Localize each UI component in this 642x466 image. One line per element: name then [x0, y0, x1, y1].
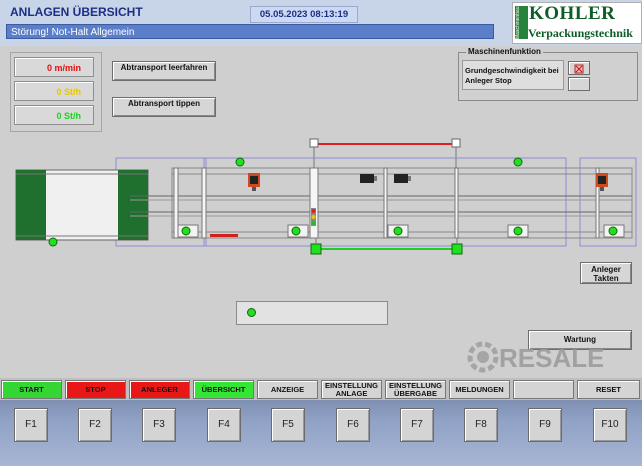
- start-button[interactable]: START: [1, 380, 62, 399]
- empty-function-button[interactable]: [513, 380, 574, 399]
- f4-key[interactable]: F4: [207, 408, 241, 442]
- speed-display: 0 m/min: [14, 57, 94, 77]
- speed-value: 0 m/min: [46, 63, 81, 73]
- datetime-display: 05.05.2023 08:13:19: [250, 6, 358, 23]
- stop-button[interactable]: STOP: [65, 380, 126, 399]
- einstellung-anlage-button[interactable]: EINSTELLUNG ANLAGE: [321, 380, 382, 399]
- abtransport-leerfahren-button[interactable]: Abtransport leerfahren: [112, 61, 216, 81]
- uebersicht-button[interactable]: ÜBERSICHT: [193, 380, 254, 399]
- anleger-button[interactable]: ANLEGER: [129, 380, 190, 399]
- signal-light-icon: [311, 208, 316, 226]
- status-dot-2: [513, 157, 523, 167]
- status-field: [236, 301, 388, 325]
- bottom-left-node: [310, 243, 322, 255]
- f6-key[interactable]: F6: [336, 408, 370, 442]
- alarm-message-bar[interactable]: Störung! Not-Halt Allgemein: [6, 24, 494, 39]
- top-left-node: [309, 138, 319, 148]
- company-logo: Maschinenbau KOHLER Verpackungstechnik: [512, 2, 642, 44]
- f8-key[interactable]: F8: [464, 408, 498, 442]
- top-right-node: [451, 138, 461, 148]
- sensor-dot-3: [393, 226, 403, 236]
- resale-watermark: RESALE: [463, 338, 604, 376]
- grundgeschwindigkeit-label: Grundgeschwindigkeit bei Anleger Stop: [462, 60, 564, 90]
- sensor-dot-1: [181, 226, 191, 236]
- close-icon: [574, 64, 584, 74]
- logo-name: KOHLER: [529, 3, 616, 24]
- motor-icon-1: [248, 173, 260, 191]
- maschinenfunktion-legend: Maschinenfunktion: [466, 47, 543, 56]
- grundgeschwindigkeit-button[interactable]: [568, 77, 590, 91]
- sensor-dot-2: [291, 226, 301, 236]
- f3-key[interactable]: F3: [142, 408, 176, 442]
- conveyor-diagram: [15, 138, 637, 255]
- post-3: [383, 167, 388, 239]
- status-dot-3: [48, 237, 58, 247]
- count-display: 0 St/h: [14, 105, 94, 125]
- logo-subtitle: Verpackungstechnik: [528, 26, 633, 40]
- anleger-takten-button[interactable]: Anleger Takten: [580, 262, 632, 284]
- sensor-dot-5: [608, 226, 618, 236]
- f9-key[interactable]: F9: [528, 408, 562, 442]
- post-1: [173, 167, 179, 239]
- count-value: 0 St/h: [56, 111, 81, 121]
- post-center: [309, 167, 319, 239]
- status-field-dot: [247, 308, 256, 317]
- reset-button[interactable]: RESET: [577, 380, 640, 399]
- magazine-right-green: [118, 170, 148, 240]
- red-marker: [210, 234, 238, 237]
- motor-icon-3: [360, 174, 377, 183]
- resale-logo-icon: RESALE: [467, 341, 604, 373]
- f7-key[interactable]: F7: [400, 408, 434, 442]
- rate-value: 0 St/h: [56, 87, 81, 97]
- resale-text: RESALE: [499, 343, 603, 373]
- logo-mark: Maschinenbau: [515, 6, 528, 39]
- post-2: [201, 167, 207, 239]
- anzeige-button[interactable]: ANZEIGE: [257, 380, 318, 399]
- f1-key[interactable]: F1: [14, 408, 48, 442]
- sensor-dot-4: [513, 226, 523, 236]
- einstellung-uebergabe-button[interactable]: EINSTELLUNG ÜBERGABE: [385, 380, 446, 399]
- bottom-right-node: [451, 243, 463, 255]
- meldungen-button[interactable]: MELDUNGEN: [449, 380, 510, 399]
- abtransport-tippen-button[interactable]: Abtransport tippen: [112, 97, 216, 117]
- f5-key[interactable]: F5: [271, 408, 305, 442]
- magazine-left-green: [16, 170, 46, 240]
- rate-display: 0 St/h: [14, 81, 94, 101]
- status-dot-1: [235, 157, 245, 167]
- page-title: ANLAGEN ÜBERSICHT: [10, 5, 143, 19]
- f10-key[interactable]: F10: [593, 408, 627, 442]
- post-4: [454, 167, 459, 239]
- f2-key[interactable]: F2: [78, 408, 112, 442]
- motor-icon-4: [394, 174, 411, 183]
- grundgeschwindigkeit-toggle[interactable]: [568, 61, 590, 75]
